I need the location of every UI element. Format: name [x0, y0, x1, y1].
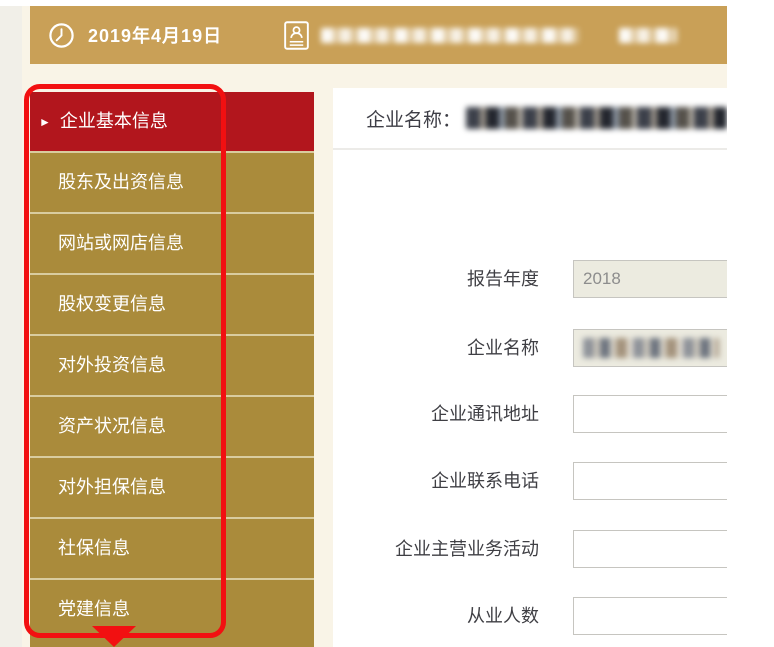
address-label: 企业通讯地址 [333, 395, 539, 433]
report-year-label: 报告年度 [333, 260, 539, 298]
sidebar-item-guarantees[interactable]: 对外担保信息 [30, 458, 314, 517]
staff-count-label: 从业人数 [333, 597, 539, 635]
redacted-company-name-value [466, 107, 727, 129]
basic-info-panel: 企业名称： 报告年度 企业名称 企业通讯地址 企业联系电话 [333, 88, 727, 647]
redacted-user-name[interactable] [619, 28, 677, 43]
annual-report-app: 2019年4月19日 ► 企业基本信息 股东及出资信息 网站或网店信息 股权变更… [0, 0, 774, 647]
company-name-input[interactable] [573, 329, 727, 367]
company-name-label: 企业名称： [366, 105, 461, 132]
panel-header: 企业名称： [333, 88, 727, 150]
sidebar-item-website[interactable]: 网站或网店信息 [30, 214, 314, 273]
sidebar-item-equity-change[interactable]: 股权变更信息 [30, 275, 314, 334]
active-arrow-icon: ► [39, 115, 51, 129]
id-badge-icon [284, 21, 309, 50]
sidebar-item-assets[interactable]: 资产状况信息 [30, 397, 314, 456]
report-year-input[interactable] [573, 260, 727, 298]
basic-info-form: 报告年度 企业名称 企业通讯地址 企业联系电话 企业主营业务活动 [333, 150, 727, 647]
redacted-company-name [321, 28, 579, 43]
sidebar-item-social-security[interactable]: 社保信息 [30, 519, 314, 578]
staff-count-input[interactable] [573, 597, 727, 635]
clock-icon [48, 22, 75, 49]
phone-label: 企业联系电话 [333, 462, 539, 500]
sidebar-item-party-building[interactable]: 党建信息 [30, 580, 314, 647]
current-date: 2019年4月19日 [88, 22, 222, 48]
company-name-field-label: 企业名称 [333, 329, 539, 367]
form-row-staff-count: 从业人数 [333, 597, 727, 635]
left-margin-strip [0, 6, 22, 647]
sidebar-item-basic-info[interactable]: ► 企业基本信息 [30, 92, 314, 151]
sidebar-menu: ► 企业基本信息 股东及出资信息 网站或网店信息 股权变更信息 对外投资信息 资… [30, 92, 314, 647]
main-business-input[interactable] [573, 530, 727, 568]
sidebar-item-outbound-investment[interactable]: 对外投资信息 [30, 336, 314, 395]
address-input[interactable] [573, 395, 727, 433]
sidebar-item-shareholders[interactable]: 股东及出资信息 [30, 153, 314, 212]
phone-input[interactable] [573, 462, 727, 500]
redacted-company-name-input-value [583, 338, 719, 358]
form-row-main-business: 企业主营业务活动 [333, 530, 727, 568]
sidebar-item-label: 企业基本信息 [60, 92, 168, 151]
form-row-report-year: 报告年度 [333, 260, 727, 298]
form-row-address: 企业通讯地址 [333, 395, 727, 433]
form-row-phone: 企业联系电话 [333, 462, 727, 500]
top-header-bar: 2019年4月19日 [30, 6, 727, 64]
form-row-company-name: 企业名称 [333, 329, 727, 367]
main-business-label: 企业主营业务活动 [333, 530, 539, 568]
